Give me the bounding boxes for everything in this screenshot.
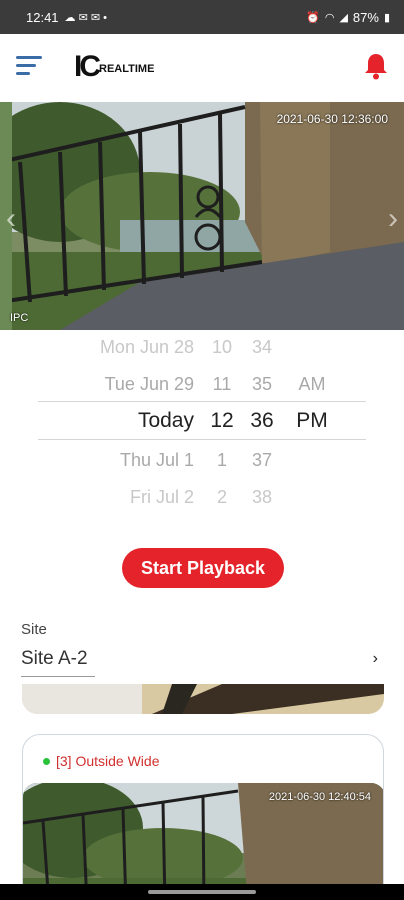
app-bar: IC REALTIME — [0, 34, 404, 102]
signal-icon: ◢ — [339, 11, 348, 24]
camera-card-previous[interactable] — [22, 684, 384, 714]
site-value: Site A-2 — [21, 648, 88, 669]
picker-day: Thu Jul 1 — [119, 449, 194, 470]
alarm-icon: ⏰ — [306, 11, 320, 24]
picker-row[interactable]: Thu Jul 1 1 37 — [0, 448, 404, 472]
start-playback-button[interactable]: Start Playback — [122, 548, 284, 588]
notification-icons: ☁ ✉ ✉ • — [64, 11, 107, 24]
live-timestamp: 2021-06-30 12:36:00 — [276, 112, 388, 126]
chevron-right-icon: › — [372, 650, 378, 667]
picker-row[interactable]: Mon Jun 28 10 34 — [0, 335, 404, 359]
picker-row[interactable]: Tue Jun 29 11 35 AM — [0, 372, 404, 396]
logo-ic: IC — [74, 50, 101, 83]
menu-icon[interactable] — [16, 54, 44, 78]
picker-hour: 10 — [211, 336, 233, 357]
picker-day: Fri Jul 2 — [129, 486, 194, 507]
camera-timestamp: 2021-06-30 12:40:54 — [268, 791, 371, 803]
site-underline — [21, 676, 95, 677]
camera-name: [3] Outside Wide — [56, 753, 160, 769]
app-logo: IC REALTIME — [74, 52, 154, 82]
camera-card-header: [3] Outside Wide — [43, 753, 160, 769]
notification-bell-icon[interactable] — [364, 52, 388, 80]
picker-selection-top-line — [38, 401, 366, 402]
site-label: Site — [21, 621, 47, 638]
picker-day: Tue Jun 29 — [104, 373, 194, 394]
previous-camera-arrow-icon[interactable]: ‹ — [6, 202, 16, 236]
online-status-dot — [43, 757, 50, 765]
battery-level: 87% — [352, 9, 379, 25]
logo-text: REALTIME — [99, 63, 155, 75]
picker-minute: 37 — [251, 449, 273, 470]
site-selector[interactable]: Site A-2 › — [21, 648, 384, 680]
picker-day: Mon Jun 28 — [99, 336, 194, 357]
picker-hour: 2 — [216, 486, 227, 507]
picker-minute: 35 — [251, 373, 273, 394]
picker-hour: 11 — [212, 373, 232, 394]
picker-ampm: AM — [298, 373, 326, 394]
status-bar: 12:41 ☁ ✉ ✉ • ⏰ ◠ ◢ 87% ▮ — [0, 0, 404, 34]
camera-thumbnail[interactable]: 2021-06-30 12:40:54 — [23, 783, 383, 900]
picker-hour: 1 — [216, 449, 227, 470]
picker-minute: 34 — [251, 336, 273, 357]
status-time: 12:41 — [26, 9, 59, 25]
datetime-picker[interactable]: Mon Jun 28 10 34 Tue Jun 29 11 35 AM Tod… — [0, 330, 404, 520]
picker-day: Today — [137, 409, 194, 432]
live-video-view[interactable]: 2021-06-30 12:36:00 IPC ‹ › — [0, 102, 404, 330]
picker-row[interactable]: Fri Jul 2 2 38 — [0, 485, 404, 509]
picker-minute: 38 — [251, 486, 273, 507]
wifi-icon: ◠ — [324, 11, 335, 24]
picker-row-selected[interactable]: Today 12 36 PM — [0, 408, 404, 434]
picker-minute: 36 — [250, 409, 274, 432]
picker-selection-bottom-line — [38, 439, 366, 440]
battery-icon: ▮ — [383, 11, 390, 24]
picker-ampm: PM — [296, 409, 328, 432]
system-navigation-bar — [0, 884, 404, 900]
camera-card[interactable]: [3] Outside Wide 2021-06-30 12:40:54 — [22, 734, 384, 900]
next-camera-arrow-icon[interactable]: › — [388, 202, 398, 236]
channel-label: IPC — [10, 312, 29, 324]
home-gesture-handle[interactable] — [148, 890, 256, 894]
picker-hour: 12 — [210, 409, 234, 432]
